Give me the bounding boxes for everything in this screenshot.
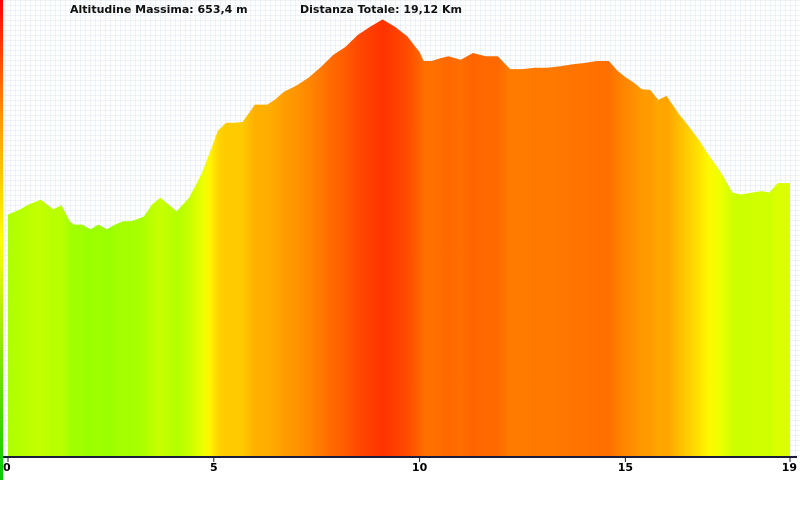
x-tick-label: 19 bbox=[782, 461, 797, 474]
max-altitude-label: Altitudine Massima: 653,4 m bbox=[70, 3, 248, 16]
elevation-chart-svg: 0 5 10 15 19 Altitudine Massima: 653,4 m Dis… bbox=[0, 0, 800, 480]
x-tick-label: 10 bbox=[412, 461, 428, 474]
x-tick-label: 0 bbox=[3, 461, 11, 474]
total-distance-label: Distanza Totale: 19,12 Km bbox=[300, 3, 462, 16]
x-axis-ticks: 0 5 10 15 19 bbox=[3, 457, 797, 474]
x-tick-label: 15 bbox=[618, 461, 633, 474]
x-tick-label: 5 bbox=[210, 461, 218, 474]
altitude-color-scale-bar bbox=[0, 0, 3, 480]
elevation-profile-chart: 0 5 10 15 19 Altitudine Massima: 653,4 m Dis… bbox=[0, 0, 800, 514]
